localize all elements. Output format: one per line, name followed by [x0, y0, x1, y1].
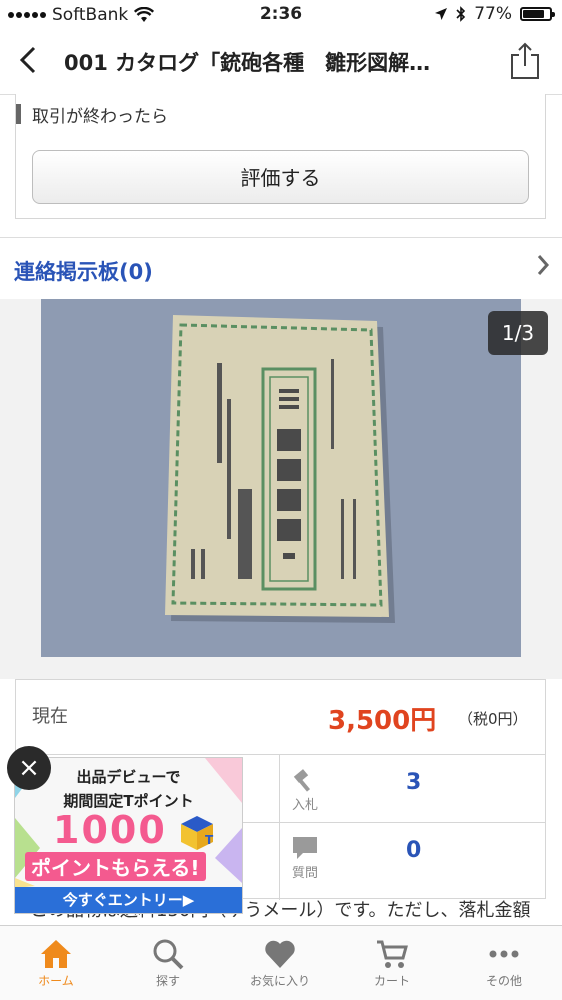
- chevron-left-icon: [19, 46, 36, 74]
- trade-done-heading: 取引が終わったら: [16, 102, 168, 127]
- page-title: 001 カタログ「銃砲各種 雛形図解…: [64, 51, 431, 75]
- tab-home[interactable]: ホーム: [0, 926, 112, 1000]
- tab-cart-label: カート: [373, 974, 410, 988]
- back-button[interactable]: [18, 44, 48, 78]
- questions-label: 質問: [292, 866, 319, 881]
- banner-entry-button[interactable]: 今すぐエントリー▶: [15, 887, 242, 913]
- tab-more-label: その他: [485, 974, 522, 988]
- tab-bar: ホーム 探す お気に入り カート その他: [0, 925, 562, 1000]
- banner-line3: ポイントもらえる!: [25, 852, 206, 881]
- share-button[interactable]: [510, 42, 540, 80]
- image-gallery[interactable]: 1/3: [0, 299, 562, 679]
- current-price-label: 現在: [32, 706, 68, 727]
- chevron-right-icon: [536, 253, 550, 283]
- image-counter: 1/3: [488, 311, 548, 355]
- tab-more[interactable]: その他: [448, 926, 560, 1000]
- tax-label: （税0円）: [458, 710, 528, 728]
- more-icon: [489, 950, 519, 958]
- tab-search-label: 探す: [155, 974, 180, 988]
- svg-text:T: T: [205, 833, 214, 847]
- tab-favorites[interactable]: お気に入り: [224, 926, 336, 1000]
- tab-cart[interactable]: カート: [336, 926, 448, 1000]
- banner-amount: 1000: [53, 808, 167, 852]
- questions-count: 0: [406, 838, 422, 863]
- search-icon: [153, 939, 184, 970]
- current-price: 3,500円: [328, 706, 437, 736]
- promo-banner[interactable]: 出品デビューで 期間固定Tポイント 1000 T ポイントもらえる! 今すぐエン…: [14, 757, 243, 914]
- tab-search[interactable]: 探す: [112, 926, 224, 1000]
- nav-bar: 001 カタログ「銃砲各種 雛形図解…: [0, 30, 562, 95]
- home-icon: [41, 940, 71, 968]
- share-icon: [511, 42, 539, 79]
- bids-count: 3: [406, 770, 422, 795]
- status-right: 77%: [434, 4, 555, 24]
- bluetooth-icon: [456, 6, 466, 22]
- catalog-book-image: [41, 299, 521, 657]
- battery-icon: [520, 7, 555, 21]
- gavel-icon: [293, 769, 311, 792]
- speech-bubble-icon: [293, 837, 317, 859]
- status-bar: SoftBank 2:36 77%: [0, 0, 562, 30]
- current-price-row: 現在 3,500円 （税0円）: [16, 680, 545, 755]
- bids-label: 入札: [292, 798, 319, 813]
- tab-favorites-label: お気に入り: [249, 974, 310, 988]
- battery-percent: 77%: [474, 4, 512, 24]
- message-board-row[interactable]: 連絡掲示板(0): [0, 237, 562, 301]
- message-board-label: 連絡掲示板(0): [14, 260, 153, 284]
- tab-home-label: ホーム: [38, 974, 74, 988]
- location-icon: [435, 8, 448, 20]
- t-point-box-icon: T: [181, 816, 214, 850]
- heart-icon: [265, 940, 295, 968]
- evaluate-button[interactable]: 評価する: [32, 150, 529, 204]
- banner-close-button[interactable]: ×: [7, 746, 51, 790]
- cart-icon: [377, 940, 408, 968]
- product-photo[interactable]: [41, 299, 521, 657]
- trade-card: 取引が終わったら 評価する: [15, 94, 546, 219]
